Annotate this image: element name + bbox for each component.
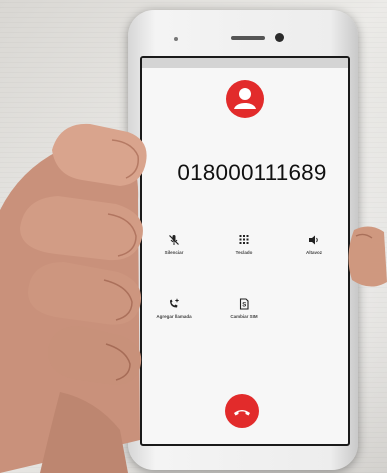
change-sim-button[interactable]: S Cambiar SIM (218, 298, 270, 319)
phone-number: 018000111689 (177, 160, 327, 185)
end-call-icon (234, 410, 250, 416)
mute-icon (169, 235, 179, 245)
sim-icon: S (239, 298, 249, 310)
person-icon (234, 88, 256, 109)
mute-button[interactable]: Silenciar (148, 234, 200, 255)
add-call-icon (170, 298, 179, 308)
speaker-icon (309, 235, 318, 245)
change-sim-label: Cambiar SIM (230, 314, 258, 319)
svg-text:S: S (242, 303, 246, 309)
dialpad-label: Teclado (235, 250, 253, 255)
end-call-button[interactable] (225, 394, 259, 428)
sensor-dot (174, 37, 178, 41)
mute-label: Silenciar (164, 250, 184, 255)
add-call-button[interactable]: Agregar llamada (148, 298, 200, 319)
contact-avatar (226, 80, 264, 118)
smartphone: 018000111689 Silenciar Teclado Altavoz A… (128, 10, 358, 470)
add-call-label: Agregar llamada (156, 314, 192, 319)
speaker-label: Altavoz (305, 250, 322, 255)
status-bar (142, 58, 348, 68)
speaker-button[interactable]: Altavoz (288, 234, 340, 255)
dialpad-button[interactable]: Teclado (218, 234, 270, 255)
earpiece (231, 36, 265, 40)
front-camera (275, 33, 284, 42)
dialpad-icon (239, 235, 249, 244)
call-screen: 018000111689 Silenciar Teclado Altavoz A… (140, 56, 350, 446)
